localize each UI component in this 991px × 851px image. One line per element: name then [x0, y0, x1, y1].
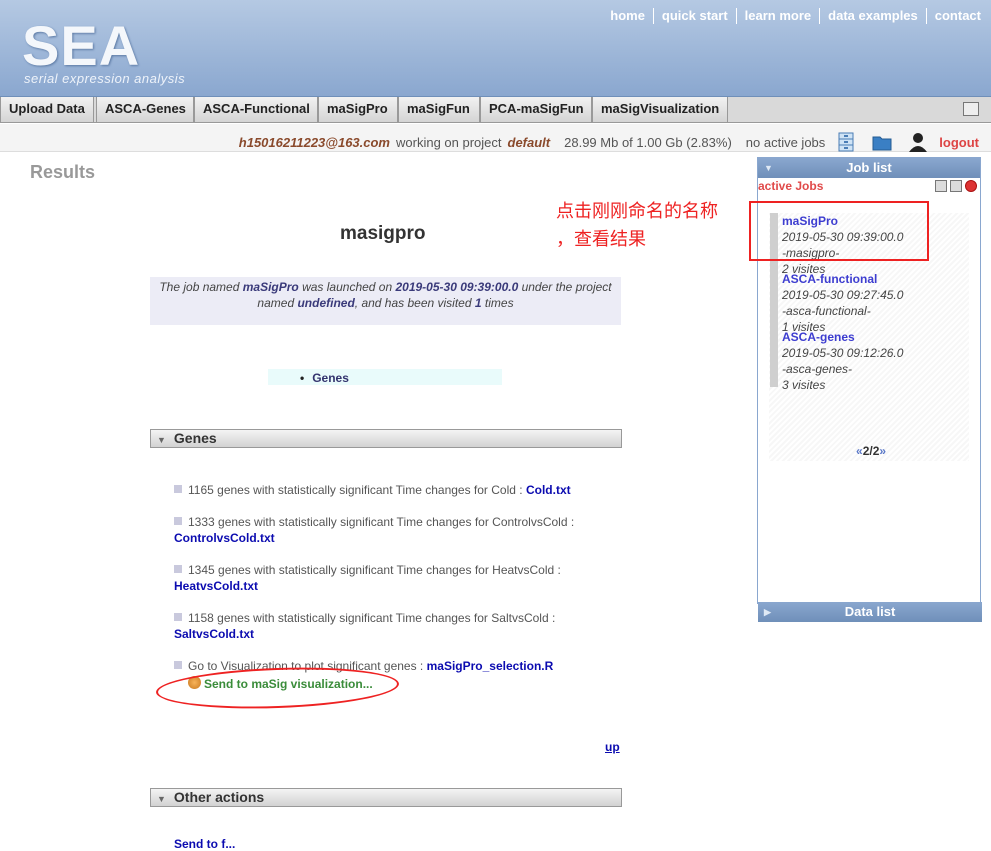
tab-asca-genes[interactable]: ASCA-Genes: [96, 97, 194, 123]
image-icon[interactable]: [935, 180, 947, 192]
folder-icon[interactable]: [871, 131, 893, 153]
site-header: SEA serial expression analysis home quic…: [0, 0, 991, 97]
gene-file-link[interactable]: SaltvsCold.txt: [174, 627, 254, 641]
job-info-project: undefined: [297, 296, 355, 310]
nav-learn-more-link[interactable]: learn more: [737, 8, 821, 24]
gear-icon[interactable]: [965, 180, 977, 192]
logo-subtitle: serial expression analysis: [24, 71, 186, 86]
prev-page-icon[interactable]: «: [856, 444, 863, 458]
sea-logo[interactable]: SEA: [22, 18, 140, 74]
annotation-line: ，查看结果: [556, 229, 646, 250]
genes-section-header[interactable]: ▼ Genes: [150, 429, 622, 448]
nav-contact-link[interactable]: contact: [927, 8, 981, 24]
tab-masigpro[interactable]: maSigPro: [318, 97, 398, 123]
gene-result-item: 1333 genes with statistically significan…: [174, 514, 614, 546]
job-item-marker: [770, 271, 778, 329]
gene-result-item: 1158 genes with statistically significan…: [174, 610, 614, 642]
bullet-square-icon: [174, 517, 182, 525]
collapse-triangle-icon: ▼: [157, 435, 166, 445]
data-list-header[interactable]: ▶ Data list: [758, 602, 982, 622]
nav-home-link[interactable]: home: [602, 8, 654, 24]
job-info-date: 2019-05-30 09:39:00.0: [395, 280, 519, 294]
tab-asca-functional[interactable]: ASCA-Functional: [194, 97, 318, 123]
job-name-link[interactable]: ASCA-genes: [782, 330, 855, 344]
other-actions-section-header[interactable]: ▼ Other actions: [150, 788, 622, 807]
gene-result-text: 1345 genes with statistically significan…: [188, 563, 561, 577]
job-info-visits: 1: [474, 296, 482, 310]
gene-result-item: 1345 genes with statistically significan…: [174, 562, 614, 594]
user-status-bar: h15016211223@163.com working on project …: [0, 124, 991, 152]
jobs-status: no active jobs: [745, 134, 826, 150]
user-email: h15016211223@163.com: [238, 134, 390, 150]
job-list-item[interactable]: ASCA-genes 2019-05-30 09:12:26.0 -asca-g…: [769, 329, 969, 392]
project-name: default: [507, 134, 551, 150]
file-cabinet-icon[interactable]: [835, 131, 857, 153]
working-on-label: working on project: [396, 134, 502, 150]
tab-upload-data[interactable]: Upload Data: [0, 97, 94, 123]
job-info-box: The job named maSigPro was launched on 2…: [150, 277, 621, 325]
job-list-item[interactable]: ASCA-functional 2019-05-30 09:27:45.0 -a…: [769, 271, 969, 334]
tool-tab-bar: Upload Data ASCA-Genes ASCA-Functional m…: [0, 97, 991, 123]
logout-link[interactable]: logout: [939, 135, 979, 150]
top-nav: home quick start learn more data example…: [602, 8, 981, 24]
job-heading: masigpro: [340, 223, 426, 244]
section-title: Other actions: [173, 789, 265, 805]
panel-title: Job list: [846, 160, 892, 175]
job-pager: «2/2»: [856, 444, 886, 458]
job-date: 2019-05-30 09:12:26.0: [782, 346, 904, 360]
toc-genes-link[interactable]: Genes: [300, 371, 349, 385]
gene-result-item: 1165 genes with statistically significan…: [174, 482, 614, 498]
gene-file-link[interactable]: HeatvsCold.txt: [174, 579, 258, 593]
gene-result-text: 1333 genes with statistically significan…: [188, 515, 575, 529]
job-info-text: The job named: [159, 280, 243, 294]
job-item-marker: [770, 329, 778, 387]
tab-pca-masigfun[interactable]: PCA-maSigFun: [480, 97, 592, 123]
bullet-square-icon: [174, 485, 182, 493]
bullet-square-icon: [174, 613, 182, 621]
job-name-link[interactable]: ASCA-functional: [782, 272, 877, 286]
job-tag: -asca-functional-: [782, 304, 871, 318]
active-jobs-link[interactable]: active Jobs: [758, 179, 823, 193]
selection-script-link[interactable]: maSigPro_selection.R: [427, 659, 554, 673]
job-info-text: was launched on: [298, 280, 396, 294]
collapse-triangle-icon: ▼: [157, 794, 166, 804]
storage-usage: 28.99 Mb of 1.00 Gb (2.83%): [564, 134, 732, 150]
gene-result-text: 1165 genes with statistically significan…: [188, 483, 526, 497]
gene-file-link[interactable]: ControlvsCold.txt: [174, 531, 275, 545]
next-page-icon[interactable]: »: [879, 444, 886, 458]
printer-icon[interactable]: [963, 102, 979, 116]
job-info-name: maSigPro: [242, 280, 299, 294]
bullet-square-icon: [174, 565, 182, 573]
job-list-header[interactable]: ▼ Job list: [758, 158, 980, 178]
tab-masigfun[interactable]: maSigFun: [398, 97, 480, 123]
page-indicator: 2/2: [862, 444, 880, 458]
expand-triangle-icon: ▶: [764, 607, 771, 617]
nav-data-examples-link[interactable]: data examples: [820, 8, 927, 24]
job-info-text: times: [481, 296, 514, 310]
windows-icon[interactable]: [950, 180, 962, 192]
page-title: Results: [30, 162, 96, 182]
panel-toolbar: [935, 180, 977, 192]
annotation-highlight-box: [749, 201, 929, 261]
annotation-text: 点击刚刚命名的名称 ，查看结果: [556, 198, 718, 254]
up-link[interactable]: up: [605, 740, 620, 754]
job-info-text: , and has been visited: [354, 296, 475, 310]
tab-masigvisualization[interactable]: maSigVisualization: [592, 97, 728, 123]
gene-file-link[interactable]: Cold.txt: [526, 483, 571, 497]
bullet-square-icon: [174, 661, 182, 669]
section-title: Genes: [173, 430, 217, 446]
other-action-item[interactable]: Send to f...: [174, 837, 235, 851]
job-visits: 3 visites: [782, 378, 826, 392]
collapse-triangle-icon: ▼: [764, 163, 773, 173]
job-tag: -asca-genes-: [782, 362, 853, 376]
nav-quick-start-link[interactable]: quick start: [654, 8, 737, 24]
job-date: 2019-05-30 09:27:45.0: [782, 288, 904, 302]
gene-result-text: 1158 genes with statistically significan…: [188, 611, 556, 625]
user-icon[interactable]: [907, 131, 929, 153]
annotation-line: 点击刚刚命名的名称: [556, 201, 718, 222]
panel-title: Data list: [844, 604, 896, 619]
